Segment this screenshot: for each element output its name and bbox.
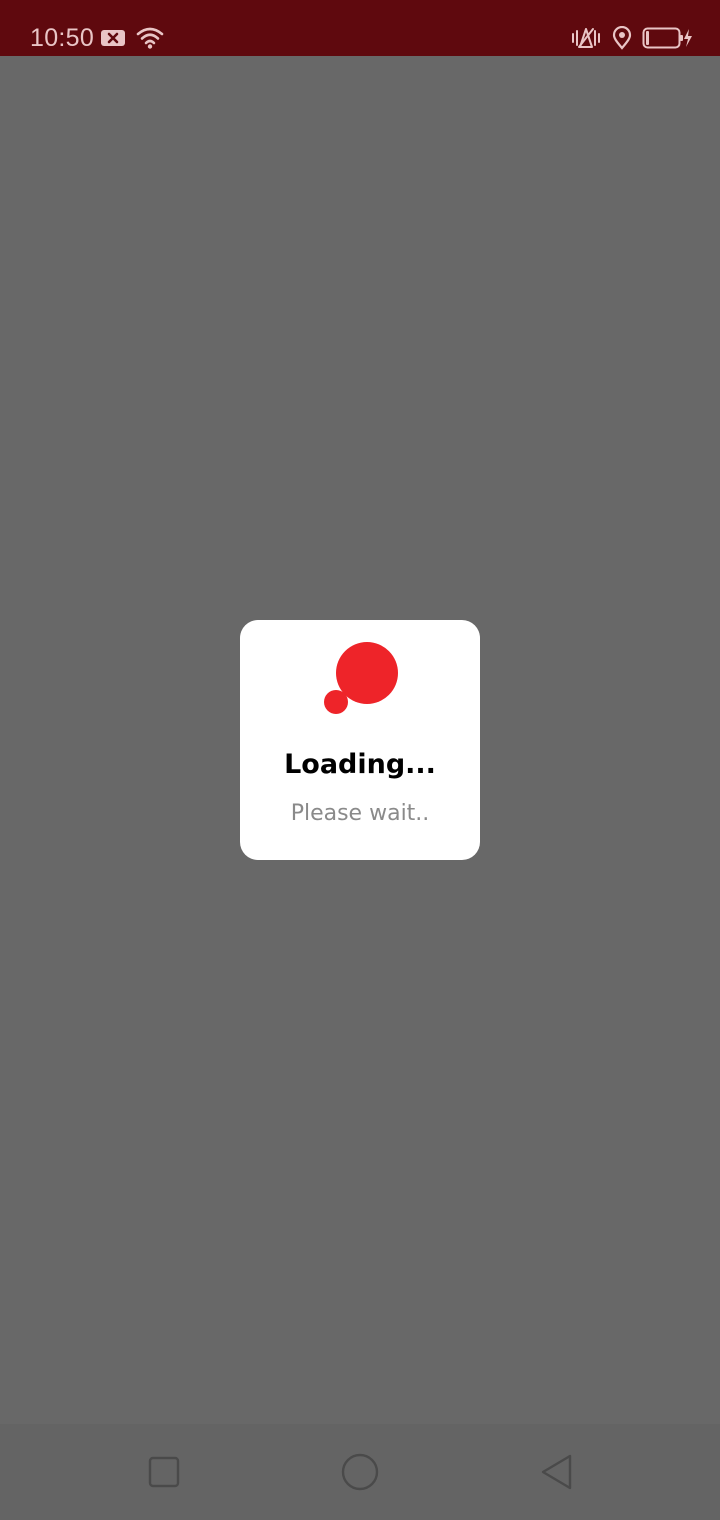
wifi-icon [136, 26, 164, 50]
location-icon [612, 26, 632, 50]
status-time: 10:50 [30, 24, 95, 52]
navigation-bar [0, 1424, 720, 1520]
home-button[interactable] [340, 1452, 380, 1492]
recent-apps-button[interactable] [144, 1452, 184, 1492]
battery-charging-icon [642, 26, 694, 50]
status-left-icons [100, 25, 164, 51]
back-button[interactable] [536, 1452, 576, 1492]
triangle-back-icon [541, 1454, 572, 1490]
status-right-icons [570, 24, 694, 52]
circle-icon [341, 1453, 379, 1491]
notification-dismissed-icon [100, 28, 126, 48]
dialog-title: Loading... [284, 749, 436, 780]
dialog-subtitle: Please wait.. [290, 801, 430, 826]
status-bar: 10:50 [0, 0, 720, 56]
vibrate-icon [570, 26, 602, 50]
square-icon [148, 1456, 180, 1488]
loading-dialog: Loading... Please wait.. [240, 620, 480, 860]
logo-icon [324, 641, 404, 715]
